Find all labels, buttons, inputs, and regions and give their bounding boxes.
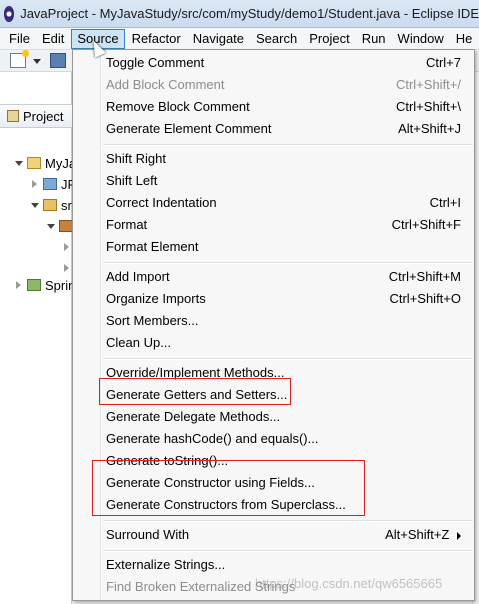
shortcut-text: Alt+Shift+Z <box>385 527 450 542</box>
tab-label: Project <box>23 108 64 124</box>
menu-item-add-block-comment: Add Block Comment Ctrl+Shift+/ <box>106 77 461 92</box>
collapse-icon[interactable] <box>62 242 71 252</box>
expand-icon[interactable] <box>30 201 39 210</box>
menu-navigate[interactable]: Navigate <box>188 29 249 49</box>
project-explorer: Project MyJa JR sr Sprin <box>0 72 77 604</box>
collapse-icon[interactable] <box>62 263 71 273</box>
menu-item-surround-with[interactable]: Surround With Alt+Shift+Z <box>106 524 461 546</box>
menu-item-override-implement-methods[interactable]: Override/Implement Methods... <box>106 362 461 384</box>
menu-help[interactable]: He <box>451 29 478 49</box>
tree-item-spring[interactable]: Sprin <box>14 276 75 294</box>
menu-item-format-element[interactable]: Format Element <box>106 236 461 258</box>
spring-project-icon <box>27 279 41 291</box>
menu-item-shift-right[interactable]: Shift Right <box>106 148 461 170</box>
collapse-icon[interactable] <box>14 280 23 290</box>
menu-search[interactable]: Search <box>251 29 302 49</box>
menu-item-toggle-comment[interactable]: Toggle Comment Ctrl+7 <box>106 52 461 74</box>
menu-item-remove-block-comment[interactable]: Remove Block Comment Ctrl+Shift+\ <box>106 96 461 118</box>
menu-separator <box>103 520 473 522</box>
menu-refactor[interactable]: Refactor <box>127 29 186 49</box>
tree-item-project[interactable]: MyJa <box>14 154 76 172</box>
menu-project[interactable]: Project <box>304 29 354 49</box>
menu-item-generate-hashcode-equals[interactable]: Generate hashCode() and equals()... <box>106 428 461 450</box>
window-title: JavaProject - MyJavaStudy/src/com/myStud… <box>20 6 479 21</box>
menu-separator <box>103 144 473 146</box>
menu-item-add-import[interactable]: Add Import Ctrl+Shift+M <box>106 266 461 288</box>
menu-item-generate-constructors-from-superclass[interactable]: Generate Constructors from Superclass... <box>106 494 461 516</box>
tree-item-src[interactable]: sr <box>30 196 72 214</box>
submenu-arrow-icon <box>457 531 461 540</box>
menu-bar: File Edit Source Refactor Navigate Searc… <box>0 28 479 50</box>
java-project-icon <box>27 157 41 169</box>
menu-item-format[interactable]: Format Ctrl+Shift+F <box>106 214 461 236</box>
menu-item-generate-getters-setters[interactable]: Generate Getters and Setters... <box>106 384 461 406</box>
collapse-icon[interactable] <box>30 179 39 189</box>
menu-edit[interactable]: Edit <box>37 29 69 49</box>
menu-item-correct-indentation[interactable]: Correct Indentation Ctrl+I <box>106 192 461 214</box>
title-bar: JavaProject - MyJavaStudy/src/com/myStud… <box>0 0 479 28</box>
jre-library-icon <box>43 178 57 190</box>
menu-item-clean-up[interactable]: Clean Up... <box>106 332 461 354</box>
dropdown-arrow-icon[interactable] <box>33 59 41 64</box>
menu-item-sort-members[interactable]: Sort Members... <box>106 310 461 332</box>
expand-icon[interactable] <box>46 222 55 231</box>
menu-run[interactable]: Run <box>357 29 391 49</box>
menu-item-shift-left[interactable]: Shift Left <box>106 170 461 192</box>
menu-item-generate-constructor-using-fields[interactable]: Generate Constructor using Fields... <box>106 472 461 494</box>
menu-separator <box>103 358 473 360</box>
menu-item-organize-imports[interactable]: Organize Imports Ctrl+Shift+O <box>106 288 461 310</box>
package-icon <box>59 220 73 232</box>
tree-item-jre[interactable]: JR <box>30 175 77 193</box>
tree-item-label: sr <box>61 197 72 213</box>
new-file-icon[interactable] <box>10 50 29 68</box>
save-icon[interactable] <box>50 53 66 68</box>
tab-project-explorer[interactable]: Project <box>0 104 72 128</box>
menu-item-externalize-strings[interactable]: Externalize Strings... <box>106 554 461 576</box>
project-explorer-icon <box>7 110 19 122</box>
watermark: https://blog.csdn.net/qw6565665 <box>255 576 443 591</box>
source-menu-dropdown: Toggle Comment Ctrl+7 Add Block Comment … <box>72 49 475 601</box>
menu-file[interactable]: File <box>4 29 35 49</box>
menu-item-generate-tostring[interactable]: Generate toString()... <box>106 450 461 472</box>
menu-item-generate-element-comment[interactable]: Generate Element Comment Alt+Shift+J <box>106 118 461 140</box>
menu-separator <box>103 550 473 552</box>
menu-item-generate-delegate-methods[interactable]: Generate Delegate Methods... <box>106 406 461 428</box>
tree-item-label: Sprin <box>45 277 76 293</box>
menu-window[interactable]: Window <box>393 29 449 49</box>
menu-separator <box>103 262 473 264</box>
eclipse-logo-icon <box>4 5 15 22</box>
source-folder-icon <box>43 199 57 211</box>
expand-icon[interactable] <box>14 159 23 168</box>
